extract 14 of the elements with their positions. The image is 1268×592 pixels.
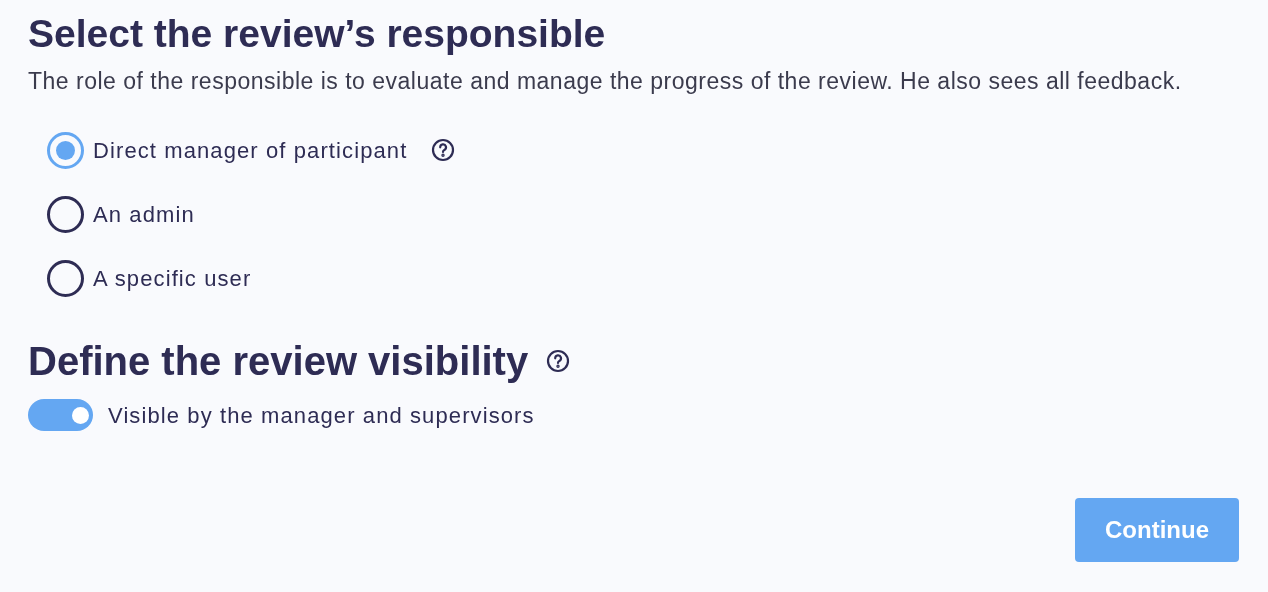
- radio-button[interactable]: [47, 131, 84, 169]
- toggle-label: Visible by the manager and supervisors: [108, 401, 535, 430]
- description-text: The role of the responsible is to evaluate and manage the progress of the review. He also sees all feedback.: [28, 67, 1183, 96]
- section-heading: Select the review’s responsible: [28, 11, 607, 57]
- radio-button[interactable]: [47, 259, 84, 297]
- help-icon[interactable]: [546, 348, 571, 373]
- option-label: Direct manager of participant: [93, 136, 408, 165]
- help-icon[interactable]: [431, 138, 456, 162]
- option-label: An admin: [93, 200, 195, 229]
- option-label: A specific user: [93, 264, 252, 293]
- continue-button[interactable]: Continue: [1075, 498, 1239, 562]
- section-heading: Define the review visibility: [28, 337, 529, 385]
- toggle-switch[interactable]: [28, 399, 93, 431]
- radio-button[interactable]: [47, 195, 84, 233]
